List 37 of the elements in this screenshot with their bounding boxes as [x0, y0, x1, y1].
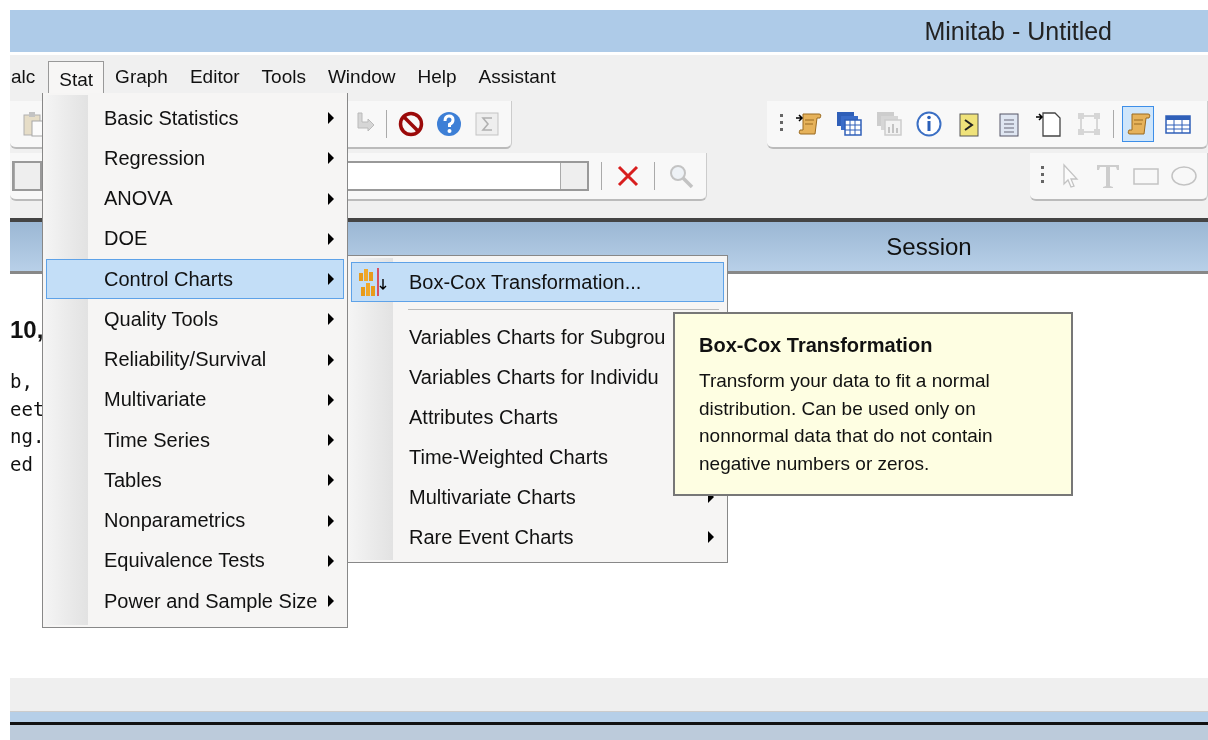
menu-item[interactable]: Reliability/Survival: [46, 339, 344, 380]
menu-item[interactable]: Rare Event Charts: [351, 517, 724, 557]
menu-item[interactable]: Box-Cox Transformation...: [351, 262, 724, 302]
menu-item[interactable]: Nonparametrics: [46, 500, 344, 541]
menu-item[interactable]: Equivalence Tests: [46, 540, 344, 581]
menu-item[interactable]: Multivariate: [46, 379, 344, 420]
menu-item[interactable]: Window: [316, 57, 407, 95]
tooltip-title: Box-Cox Transformation: [699, 334, 934, 357]
menu-item[interactable]: ANOVA: [46, 178, 344, 219]
menu-item[interactable]: Assistant: [467, 57, 567, 95]
menu-item[interactable]: alc: [10, 57, 47, 95]
session-title: Session: [886, 232, 972, 261]
session-line: ed: [10, 451, 33, 477]
menu-item[interactable]: Power and Sample Size: [46, 581, 344, 622]
menu-item[interactable]: Tools: [250, 57, 317, 95]
submenu-arrow-icon: [707, 531, 715, 543]
tooltip-text: Transform your data to fit a normal distribution. Can be used only on nonnormal data that do not contain negative numbers or zeros.: [699, 369, 994, 476]
menu-item[interactable]: Editor: [178, 57, 251, 95]
menu-item[interactable]: Tables: [46, 460, 344, 501]
session-line: b,: [10, 369, 33, 394]
menu-item[interactable]: Control Charts: [46, 259, 344, 300]
menu-item[interactable]: Graph: [104, 57, 179, 95]
session-heading: 10,: [10, 316, 44, 345]
search-icon[interactable]: [667, 162, 695, 190]
session-line: eet: [10, 396, 45, 422]
menu-item[interactable]: DOE: [46, 218, 344, 259]
menu-item[interactable]: Quality Tools: [46, 299, 344, 340]
menu-item[interactable]: Time Series: [46, 420, 344, 461]
no-entry-icon[interactable]: [397, 110, 425, 138]
menu-item[interactable]: Regression: [46, 138, 344, 179]
dropdown-field[interactable]: [346, 161, 589, 191]
menu-item[interactable]: Help: [406, 57, 468, 95]
menu-item[interactable]: Basic Statistics: [46, 98, 344, 139]
help-icon[interactable]: [435, 110, 463, 138]
window-title: Minitab - Untitled: [924, 16, 1112, 46]
dropdown-field[interactable]: [12, 161, 42, 191]
session-line: ng.: [10, 424, 45, 449]
